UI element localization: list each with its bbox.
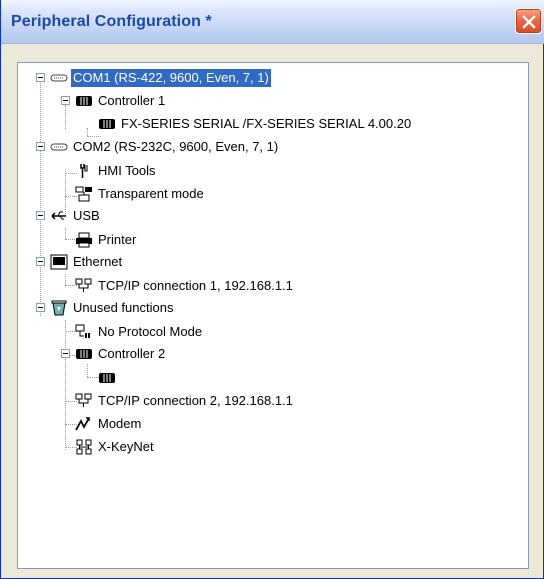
tree-item-xkeynet[interactable]: X-KeyNet: [75, 437, 156, 457]
serial-port-icon: [50, 139, 68, 155]
tree-item-modem[interactable]: Modem: [75, 414, 143, 434]
usb-icon: [50, 208, 68, 224]
tree-item-transparent-mode[interactable]: Transparent mode: [75, 184, 206, 204]
tree-line: [65, 320, 66, 450]
tree-item-printer[interactable]: Printer: [75, 230, 138, 250]
tree-item-label: USB: [73, 208, 100, 223]
controller-icon: [98, 116, 116, 132]
controller-icon: [98, 370, 116, 386]
tree-item-usb[interactable]: USB: [50, 206, 102, 226]
tree-line: [87, 364, 88, 377]
controller-icon: [75, 93, 93, 109]
tree-item-no-protocol-mode[interactable]: No Protocol Mode: [75, 322, 204, 342]
tree-item-label: Controller 2: [98, 346, 166, 361]
expand-toggle-com2[interactable]: [36, 142, 45, 151]
tree-item-unused-functions[interactable]: Unused functions: [50, 298, 175, 318]
tree-item-label: Printer: [98, 232, 137, 247]
expand-toggle-usb[interactable]: [36, 211, 45, 220]
tree-item-label: Transparent mode: [98, 186, 204, 201]
tree-item-com1[interactable]: COM1 (RS-422, 9600, Even, 7, 1): [50, 68, 271, 88]
tree-item-label: FX-SERIES SERIAL /FX-SERIES SERIAL 4.00.…: [121, 116, 412, 131]
tree-item-label: Ethernet: [73, 254, 123, 269]
tree-item-com2[interactable]: COM2 (RS-232C, 9600, Even, 7, 1): [50, 137, 280, 157]
tree-item-label: Unused functions: [73, 300, 174, 315]
tree-item-controller2-driver[interactable]: [98, 368, 119, 388]
tree-item-ethernet[interactable]: Ethernet: [50, 252, 124, 272]
tree-item-controller2[interactable]: Controller 2: [75, 344, 167, 364]
expand-toggle-unused[interactable]: [36, 303, 45, 312]
tree-line: [40, 83, 41, 316]
keynet-icon: [75, 439, 93, 455]
network-icon: [75, 278, 93, 294]
tree-item-label: Controller 1: [98, 93, 166, 108]
tree-item-tcpip-2[interactable]: TCP/IP connection 2, 192.168.1.1: [75, 391, 295, 411]
wrench-icon: [75, 163, 93, 179]
expand-toggle-controller1[interactable]: [61, 96, 70, 105]
title-bar[interactable]: Peripheral Configuration *: [1, 0, 544, 44]
transparent-mode-icon: [75, 186, 93, 202]
expand-toggle-ethernet[interactable]: [36, 257, 45, 266]
ethernet-icon: [50, 254, 68, 270]
tree-item-label: COM2 (RS-232C, 9600, Even, 7, 1): [73, 139, 279, 154]
tree-item-label: TCP/IP connection 1, 192.168.1.1: [98, 278, 293, 293]
expand-toggle-com1[interactable]: [36, 73, 45, 82]
peripheral-tree[interactable]: COM1 (RS-422, 9600, Even, 7, 1) Controll…: [17, 62, 529, 569]
printer-icon: [75, 232, 93, 248]
window-title: Peripheral Configuration *: [11, 13, 212, 30]
tree-item-fx-series[interactable]: FX-SERIES SERIAL /FX-SERIES SERIAL 4.00.…: [98, 114, 413, 134]
close-button[interactable]: [515, 8, 542, 34]
modem-icon: [75, 416, 93, 432]
tree-item-tcpip-1[interactable]: TCP/IP connection 1, 192.168.1.1: [75, 276, 295, 296]
tree-line: [65, 105, 66, 129]
tree-line: [87, 128, 88, 136]
tree-item-label: HMI Tools: [98, 163, 156, 178]
tree-item-hmi-tools[interactable]: HMI Tools: [75, 161, 158, 181]
recycle-bin-icon: [50, 300, 68, 316]
tree-item-label: TCP/IP connection 2, 192.168.1.1: [98, 393, 293, 408]
tree-item-label: Modem: [98, 416, 142, 431]
tree-line: [65, 274, 66, 285]
controller-icon: [75, 346, 93, 362]
tree-line: [65, 228, 66, 239]
tree-item-label: No Protocol Mode: [98, 324, 203, 339]
expand-toggle-controller2[interactable]: [61, 349, 70, 358]
tree-item-controller1[interactable]: Controller 1: [75, 91, 167, 111]
tree-item-label: X-KeyNet: [98, 439, 154, 454]
serial-port-icon: [50, 70, 68, 86]
close-icon: [522, 15, 536, 29]
network-icon: [75, 393, 93, 409]
tree-item-label: COM1 (RS-422, 9600, Even, 7, 1): [71, 69, 271, 87]
peripheral-configuration-window: Peripheral Configuration * COM1 (RS-422,…: [0, 0, 544, 579]
no-protocol-icon: [75, 324, 93, 340]
